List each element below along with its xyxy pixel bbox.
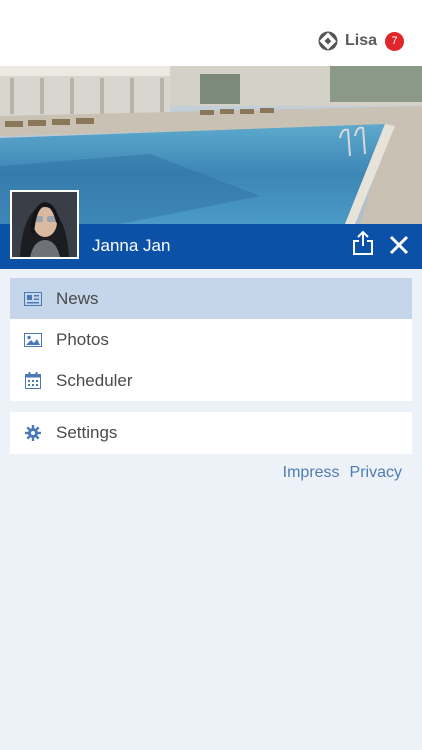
privacy-link[interactable]: Privacy <box>350 464 402 482</box>
menu-item-label: Photos <box>56 329 109 349</box>
menu-item-photos[interactable]: Photos <box>10 319 412 360</box>
close-icon <box>389 235 409 255</box>
menu-item-label: News <box>56 288 99 308</box>
calendar-icon <box>24 372 42 390</box>
menu-list: News Photos Scheduler <box>10 278 412 401</box>
news-icon <box>24 290 42 308</box>
photo-icon <box>24 331 42 349</box>
impress-link[interactable]: Impress <box>283 464 340 482</box>
brand-name: Lisa <box>344 32 377 49</box>
brand-area[interactable]: Lisa 7 <box>318 31 404 51</box>
menu-item-settings[interactable]: Settings <box>10 412 412 454</box>
gear-icon <box>24 424 42 442</box>
settings-label: Settings <box>56 423 118 442</box>
footer-links: Impress Privacy <box>273 464 402 482</box>
circle-logo-icon <box>318 31 338 51</box>
settings-card: Settings <box>10 412 412 454</box>
menu-item-news[interactable]: News <box>10 278 412 319</box>
share-button[interactable] <box>352 230 374 256</box>
menu-item-scheduler[interactable]: Scheduler <box>10 360 412 401</box>
share-icon <box>353 230 373 255</box>
profile-name: Janna Jan <box>92 236 171 255</box>
top-bar: Lisa 7 <box>0 0 422 66</box>
notification-badge[interactable]: 7 <box>385 31 404 51</box>
menu-item-label: Scheduler <box>56 370 133 390</box>
avatar[interactable] <box>10 190 79 259</box>
close-button[interactable] <box>388 234 410 256</box>
